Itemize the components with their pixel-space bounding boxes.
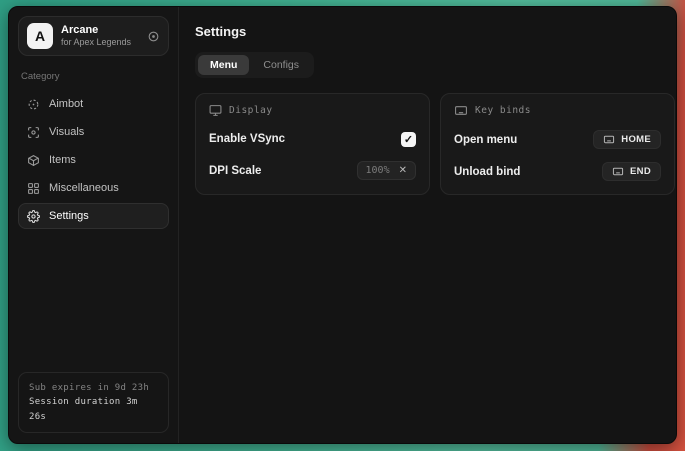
open-menu-key: HOME	[621, 134, 651, 145]
category-label: Category	[21, 71, 166, 82]
page-title: Settings	[195, 24, 675, 39]
vsync-checkbox[interactable]: ✓	[401, 132, 416, 147]
sidebar-nav: Aimbot Visuals Items	[18, 91, 169, 229]
vsync-row: Enable VSync ✓	[209, 130, 416, 148]
sidebar-item-label: Miscellaneous	[49, 182, 119, 194]
tab-configs[interactable]: Configs	[251, 55, 311, 75]
main-content: Settings Menu Configs Display Enable VSy…	[179, 7, 677, 443]
app-name: Arcane	[61, 24, 139, 38]
keybinds-card: Key binds Open menu HOME Unload bin	[440, 93, 675, 195]
sub-expires-text: Sub expires in 9d 23h	[29, 381, 158, 395]
display-card: Display Enable VSync ✓ DPI Scale 100% ✕	[195, 93, 430, 195]
gear-icon	[27, 210, 40, 223]
clear-icon[interactable]: ✕	[399, 166, 407, 176]
sidebar-item-label: Aimbot	[49, 98, 83, 110]
keybinds-card-header: Key binds	[454, 104, 661, 117]
session-info-card: Sub expires in 9d 23h Session duration 3…	[18, 372, 169, 433]
sidebar-item-visuals[interactable]: Visuals	[18, 119, 169, 145]
unload-bind-key: END	[630, 166, 651, 177]
sidebar-spacer	[18, 229, 169, 372]
keyboard-icon	[454, 104, 468, 117]
session-duration-text: Session duration 3m 26s	[29, 395, 158, 424]
open-menu-keybind-button[interactable]: HOME	[593, 130, 661, 149]
display-card-header: Display	[209, 104, 416, 117]
app-logo: A	[27, 23, 53, 49]
settings-cards: Display Enable VSync ✓ DPI Scale 100% ✕	[195, 93, 675, 195]
sidebar-item-label: Settings	[49, 210, 89, 222]
keybinds-card-title: Key binds	[475, 105, 531, 116]
target-icon[interactable]	[147, 30, 160, 43]
sidebar-item-miscellaneous[interactable]: Miscellaneous	[18, 175, 169, 201]
sidebar-item-label: Visuals	[49, 126, 84, 138]
brand-text: Arcane for Apex Legends	[61, 24, 139, 49]
box-icon	[27, 154, 40, 167]
grid-icon	[27, 182, 40, 195]
tab-menu[interactable]: Menu	[198, 55, 249, 75]
dpi-scale-input[interactable]: 100% ✕	[357, 161, 416, 180]
dpi-row: DPI Scale 100% ✕	[209, 161, 416, 180]
open-menu-row: Open menu HOME	[454, 130, 661, 149]
dpi-label: DPI Scale	[209, 165, 261, 177]
unload-bind-row: Unload bind END	[454, 162, 661, 181]
sidebar-item-label: Items	[49, 154, 76, 166]
brand-card: A Arcane for Apex Legends	[18, 16, 169, 56]
open-menu-label: Open menu	[454, 134, 517, 146]
app-subtitle: for Apex Legends	[61, 37, 139, 48]
sidebar-item-settings[interactable]: Settings	[18, 203, 169, 229]
vsync-label: Enable VSync	[209, 133, 285, 145]
sidebar-item-items[interactable]: Items	[18, 147, 169, 173]
sidebar-item-aimbot[interactable]: Aimbot	[18, 91, 169, 117]
sidebar: A Arcane for Apex Legends Category Aimbo…	[9, 7, 179, 443]
eye-icon	[27, 126, 40, 139]
keyboard-icon	[612, 166, 624, 177]
unload-bind-label: Unload bind	[454, 166, 520, 178]
monitor-icon	[209, 104, 222, 117]
app-window: A Arcane for Apex Legends Category Aimbo…	[8, 6, 677, 444]
dpi-scale-value: 100%	[366, 165, 390, 176]
unload-keybind-button[interactable]: END	[602, 162, 661, 181]
keyboard-icon	[603, 134, 615, 145]
display-card-title: Display	[229, 105, 273, 116]
crosshair-icon	[27, 98, 40, 111]
tab-bar: Menu Configs	[195, 52, 314, 78]
